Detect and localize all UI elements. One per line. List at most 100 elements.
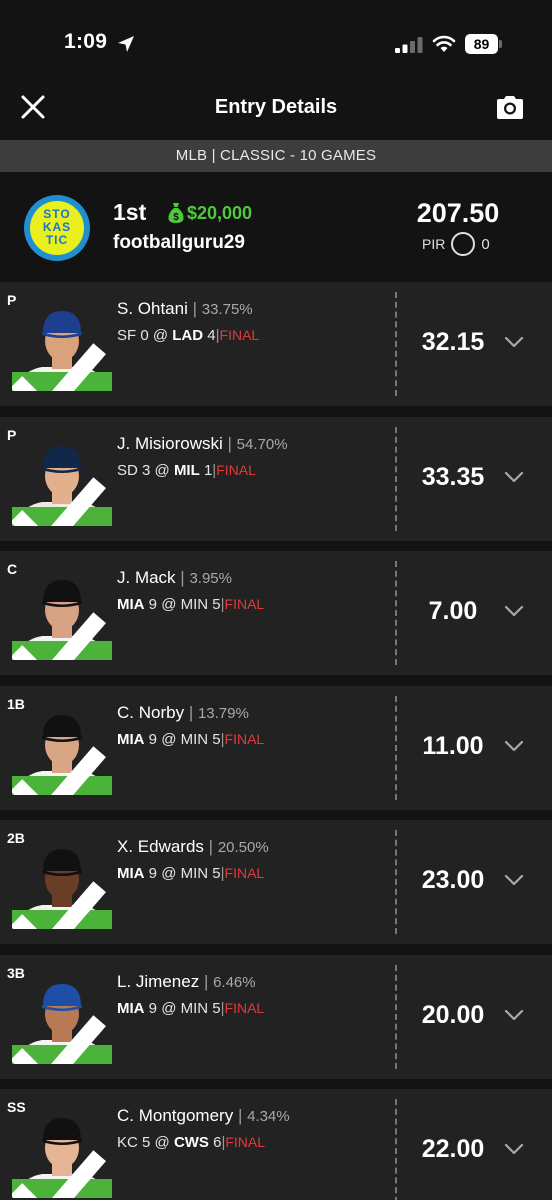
home-team: MIL [173, 461, 200, 479]
player-ownership: 4.34% [247, 1108, 290, 1125]
pir-label: PIR [422, 236, 446, 252]
game-status: FINAL [224, 865, 265, 881]
game-status: FINAL [224, 730, 265, 747]
chevron-down-icon[interactable] [503, 872, 525, 888]
home-team: MIN [180, 865, 209, 882]
player-info: J. Mack | 3.95% [117, 568, 232, 587]
away-team: MIA [117, 865, 145, 882]
away-score: 9 [148, 730, 158, 748]
checkmark-icon [12, 880, 106, 929]
player-points: 32.15 [421, 328, 485, 356]
checkmark-icon [12, 746, 106, 795]
away-team: MIA [117, 730, 145, 748]
stat-badge: 4 [12, 1149, 112, 1198]
stat-badge: 9 [12, 611, 112, 660]
chevron-down-icon[interactable] [503, 469, 525, 485]
player-ownership: 20.50% [217, 839, 269, 856]
status-bar: 1:09 89 [0, 0, 552, 88]
card-divider [395, 426, 397, 531]
checkmark-icon [12, 342, 106, 391]
roster-position: 2B [7, 830, 25, 846]
player-headshot: 4 [12, 1104, 112, 1198]
player-name[interactable]: X. Edwards [117, 837, 204, 856]
chevron-down-icon[interactable] [503, 603, 525, 619]
player-name[interactable]: L. Jimenez [117, 972, 199, 991]
player-ownership: 33.75% [201, 301, 253, 318]
player-ownership: 6.46% [213, 973, 256, 991]
away-team: KC [117, 1134, 138, 1151]
home-score: 5 [212, 999, 221, 1017]
player-card[interactable]: 9 C J. Mack | 3.95% MIA 9 @ MIN 5|FINAL … [0, 551, 552, 675]
away-team: MIA [117, 999, 145, 1017]
stat-badge [12, 342, 112, 391]
card-divider [395, 830, 397, 934]
stat-badge: 5 [12, 746, 112, 795]
contest-label: MLB | CLASSIC - 10 GAMES [0, 140, 552, 172]
player-name[interactable]: S. Ohtani [117, 299, 188, 318]
player-headshot: 1 [12, 835, 112, 929]
card-divider [395, 292, 397, 396]
pir-progress-ring-icon [451, 232, 476, 256]
game-status: FINAL [219, 327, 260, 343]
card-divider [395, 964, 397, 1069]
player-card[interactable]: 1 2B X. Edwards | 20.50% MIA 9 @ MIN 5|F… [0, 820, 552, 944]
player-name[interactable]: J. Misiorowski [117, 434, 223, 453]
player-card[interactable]: P S. Ohtani | 33.75% SF 0 @ LAD 4|FINAL … [0, 282, 552, 406]
player-name[interactable]: J. Mack [117, 568, 176, 587]
chevron-down-icon[interactable] [503, 1141, 525, 1157]
home-team: LAD [172, 327, 204, 344]
location-arrow-icon [118, 36, 134, 52]
username: footballguru29 [113, 232, 245, 253]
game-info: SD 3 @ MIL 1|FINAL [117, 461, 256, 479]
home-team: MIN [180, 999, 209, 1017]
status-time: 1:09 [64, 30, 108, 53]
camera-icon[interactable] [495, 93, 525, 121]
stat-badge: 1 [12, 880, 112, 929]
player-ownership: 13.79% [197, 704, 249, 722]
wifi-icon [432, 35, 456, 52]
home-score: 4 [207, 327, 216, 344]
away-score: 5 [142, 1134, 151, 1151]
entry-summary: STO KAS TIC 1st $ $20,000 footballguru29… [0, 172, 552, 280]
player-headshot: 9 [12, 566, 112, 660]
chevron-down-icon[interactable] [503, 738, 525, 754]
entry-rank: 1st [113, 199, 147, 225]
player-info: S. Ohtani | 33.75% [117, 299, 253, 318]
card-divider [395, 1099, 397, 1200]
away-score: 3 [142, 461, 151, 479]
player-info: L. Jimenez | 6.46% [117, 971, 256, 991]
total-points: 207.50 [416, 198, 500, 228]
away-score: 9 [148, 999, 158, 1017]
home-team: MIN [180, 596, 209, 613]
logo-text: STO KAS TIC [30, 201, 84, 255]
player-card[interactable]: 5 1B C. Norby | 13.79% MIA 9 @ MIN 5|FIN… [0, 685, 552, 810]
home-score: 5 [212, 596, 221, 613]
checkmark-icon [12, 611, 106, 660]
chevron-down-icon[interactable] [503, 334, 525, 350]
player-headshot [12, 297, 112, 391]
game-info: MIA 9 @ MIN 5|FINAL [117, 730, 265, 748]
player-name[interactable]: C. Montgomery [117, 1106, 233, 1125]
game-info: KC 5 @ CWS 6|FINAL [117, 1134, 266, 1151]
checkmark-icon [12, 1149, 106, 1198]
player-points: 11.00 [422, 731, 484, 760]
away-team: MIA [117, 596, 145, 613]
svg-text:$: $ [173, 212, 179, 223]
player-points: 22.00 [421, 1135, 485, 1163]
chevron-down-icon[interactable] [503, 1007, 525, 1023]
player-card[interactable]: 4 SS C. Montgomery | 4.34% KC 5 @ CWS 6|… [0, 1089, 552, 1200]
player-name[interactable]: C. Norby [117, 703, 184, 722]
player-info: X. Edwards | 20.50% [117, 837, 269, 856]
player-card[interactable]: P J. Misiorowski | 54.70% SD 3 @ MIL 1|F… [0, 416, 552, 541]
battery-level: 89 [465, 34, 498, 54]
roster-position: C [7, 561, 18, 577]
home-score: 5 [212, 865, 221, 882]
entry-prize: $20,000 [187, 203, 253, 223]
battery-tip [499, 40, 502, 48]
roster-position: 1B [7, 695, 25, 712]
player-card[interactable]: 7 3B L. Jimenez | 6.46% MIA 9 @ MIN 5|FI… [0, 954, 552, 1079]
pir-row: PIR 0 [422, 232, 490, 256]
nav-bar: Entry Details [0, 88, 552, 140]
money-bag-icon: $ [168, 203, 184, 223]
away-score: 9 [148, 865, 158, 882]
